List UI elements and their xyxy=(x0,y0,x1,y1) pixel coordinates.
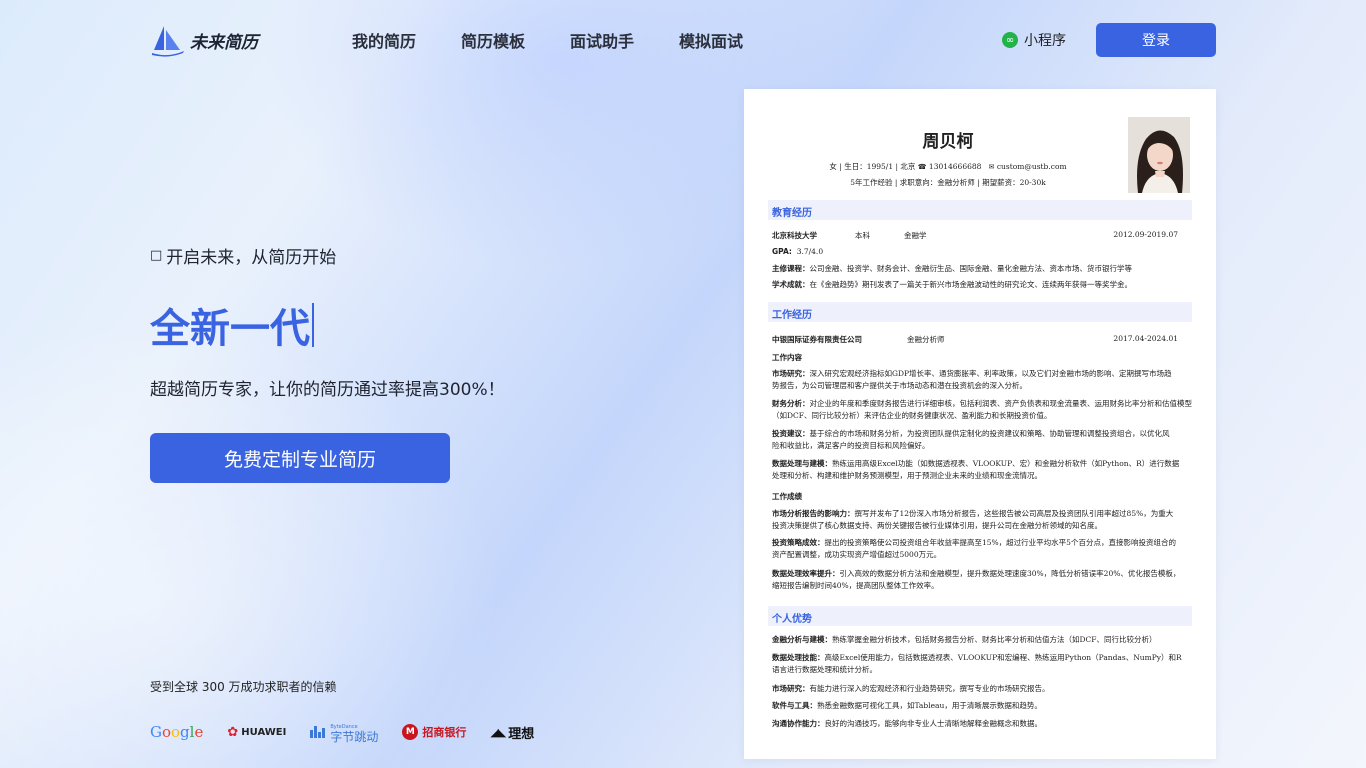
bytedance-bars-icon xyxy=(310,726,326,738)
hero-headline-text: 全新一代 xyxy=(150,306,310,352)
avatar xyxy=(1128,117,1190,193)
nav-resume-templates[interactable]: 简历模板 xyxy=(461,28,525,52)
main-nav: 我的简历 简历模板 面试助手 模拟面试 xyxy=(352,28,788,52)
google-logo: Google xyxy=(150,723,204,741)
bytedance-logo: ByteDance 字节跳动 xyxy=(310,722,378,743)
work-result-title: 工作成绩 xyxy=(772,492,802,501)
hero-tagline-text: 开启未来，从简历开始 xyxy=(166,248,337,268)
partner-logos: Google ✿ HUAWEI ByteDance 字节跳动 M 招商银行 ◢◣… xyxy=(150,722,558,743)
advantage-item: 市场研究：有能力进行深入的宏观经济和行业趋势研究，撰写专业的市场研究报告。 xyxy=(772,684,1050,693)
brand-name: 未来简历 xyxy=(190,32,258,53)
work-item: 数据处理与建模：熟练运用高级Excel功能（如数据透视表、VLOOKUP、宏）和… xyxy=(772,459,1180,480)
work-result: 投资策略成效：提出的投资策略使公司投资组合年收益率提高至15%，超过行业平均水平… xyxy=(772,538,1176,559)
advantage-item: 数据处理技能：高级Excel使用能力，包括数据透视表、VLOOKUP和宏编程、熟… xyxy=(772,653,1182,674)
work-result: 市场分析报告的影响力：撰写并发布了12份深入市场分析报告，这些报告被公司高层及投… xyxy=(772,509,1174,530)
resume-name: 周贝柯 xyxy=(922,132,974,152)
education-gpa: GPA: 3.7/4.0 xyxy=(772,247,824,256)
resume-intent: 5年工作经验 | 求职意向：金融分析师 | 期望薪资：20-30k xyxy=(850,178,1046,187)
education-courses: 主修课程：公司金融、投资学、财务会计、金融衍生品、国际金融、量化金融方法、资本市… xyxy=(772,264,1132,273)
phone-icon: ☎ xyxy=(917,163,927,171)
trust-statement: 受到全球 300 万成功求职者的信赖 xyxy=(150,680,337,694)
rocket-icon: □ xyxy=(150,248,163,263)
cmb-logo: M 招商银行 xyxy=(402,724,466,740)
advantage-item: 沟通协作能力：良好的沟通技巧，能够向非专业人士清晰地解释金融概念和数据。 xyxy=(772,719,1042,728)
sailboat-logo-icon xyxy=(152,26,184,57)
hero-subline: 超越简历专家，让你的简历通过率提高300%！ xyxy=(150,380,505,400)
nav-mock-interview[interactable]: 模拟面试 xyxy=(679,28,743,52)
section-education: 教育经历 xyxy=(768,200,1192,220)
work-item: 市场研究：深入研究宏观经济指标如GDP增长率、通货膨胀率、利率政策，以及它们对金… xyxy=(772,369,1172,390)
lixiang-mark-icon: ◢◣ xyxy=(490,725,506,739)
mini-program-icon: ∞ xyxy=(1002,32,1018,48)
hero-tagline: □ 开启未来，从简历开始 xyxy=(150,243,336,268)
brand-logo[interactable]: 未来简历 xyxy=(150,22,258,58)
lixiang-logo: ◢◣ 理想 xyxy=(490,725,535,742)
advantage-item: 软件与工具：熟悉金融数据可视化工具，如Tableau，用于清晰展示数据和趋势。 xyxy=(772,701,1042,710)
mini-program-label: 小程序 xyxy=(1024,33,1066,49)
login-button[interactable]: 登录 xyxy=(1096,23,1216,57)
section-advantages: 个人优势 xyxy=(768,606,1192,626)
nav-my-resume[interactable]: 我的简历 xyxy=(352,28,416,52)
huawei-flower-icon: ✿ xyxy=(227,724,239,740)
typing-cursor xyxy=(312,303,314,347)
section-work: 工作经历 xyxy=(768,302,1192,322)
work-row: 中银国际证券有限责任公司 金融分析师 2017.04-2024.01 xyxy=(772,334,1178,344)
mail-icon: ✉ xyxy=(988,163,995,171)
resume-preview[interactable]: 周贝柯 女 | 生日：1995/1 | 北京 ☎ 13014666688 ✉ c… xyxy=(744,89,1216,759)
hero-headline: 全新一代 xyxy=(150,296,314,354)
cmb-m-icon: M xyxy=(402,724,419,740)
nav-interview-assistant[interactable]: 面试助手 xyxy=(570,28,634,52)
mini-program-link[interactable]: ∞ 小程序 xyxy=(1002,30,1066,50)
work-item: 财务分析：对企业的年度和季度财务报告进行详细审核，包括利润表、资产负债表和现金流… xyxy=(772,399,1192,420)
create-resume-button[interactable]: 免费定制专业简历 xyxy=(150,433,450,483)
work-content-title: 工作内容 xyxy=(772,353,802,362)
education-row: 北京科技大学 本科 金融学 2012.09-2019.07 xyxy=(772,230,1178,240)
huawei-logo: ✿ HUAWEI xyxy=(227,724,287,740)
work-result: 数据处理效率提升：引入高效的数据分析方法和金融模型，提升数据处理速度30%，降低… xyxy=(772,569,1181,590)
work-item: 投资建议：基于综合的市场和财务分析，为投资团队提供定制化的投资建议和策略、协助管… xyxy=(772,429,1170,450)
resume-basic-info: 女 | 生日：1995/1 | 北京 ☎ 13014666688 ✉ custo… xyxy=(829,162,1067,171)
advantage-item: 金融分析与建模：熟练掌握金融分析技术，包括财务报告分析、财务比率分析和估值方法（… xyxy=(772,635,1157,644)
education-achievements: 学术成就：在《金融趋势》期刊发表了一篇关于新兴市场金融波动性的研究论文、连续两年… xyxy=(772,280,1132,289)
